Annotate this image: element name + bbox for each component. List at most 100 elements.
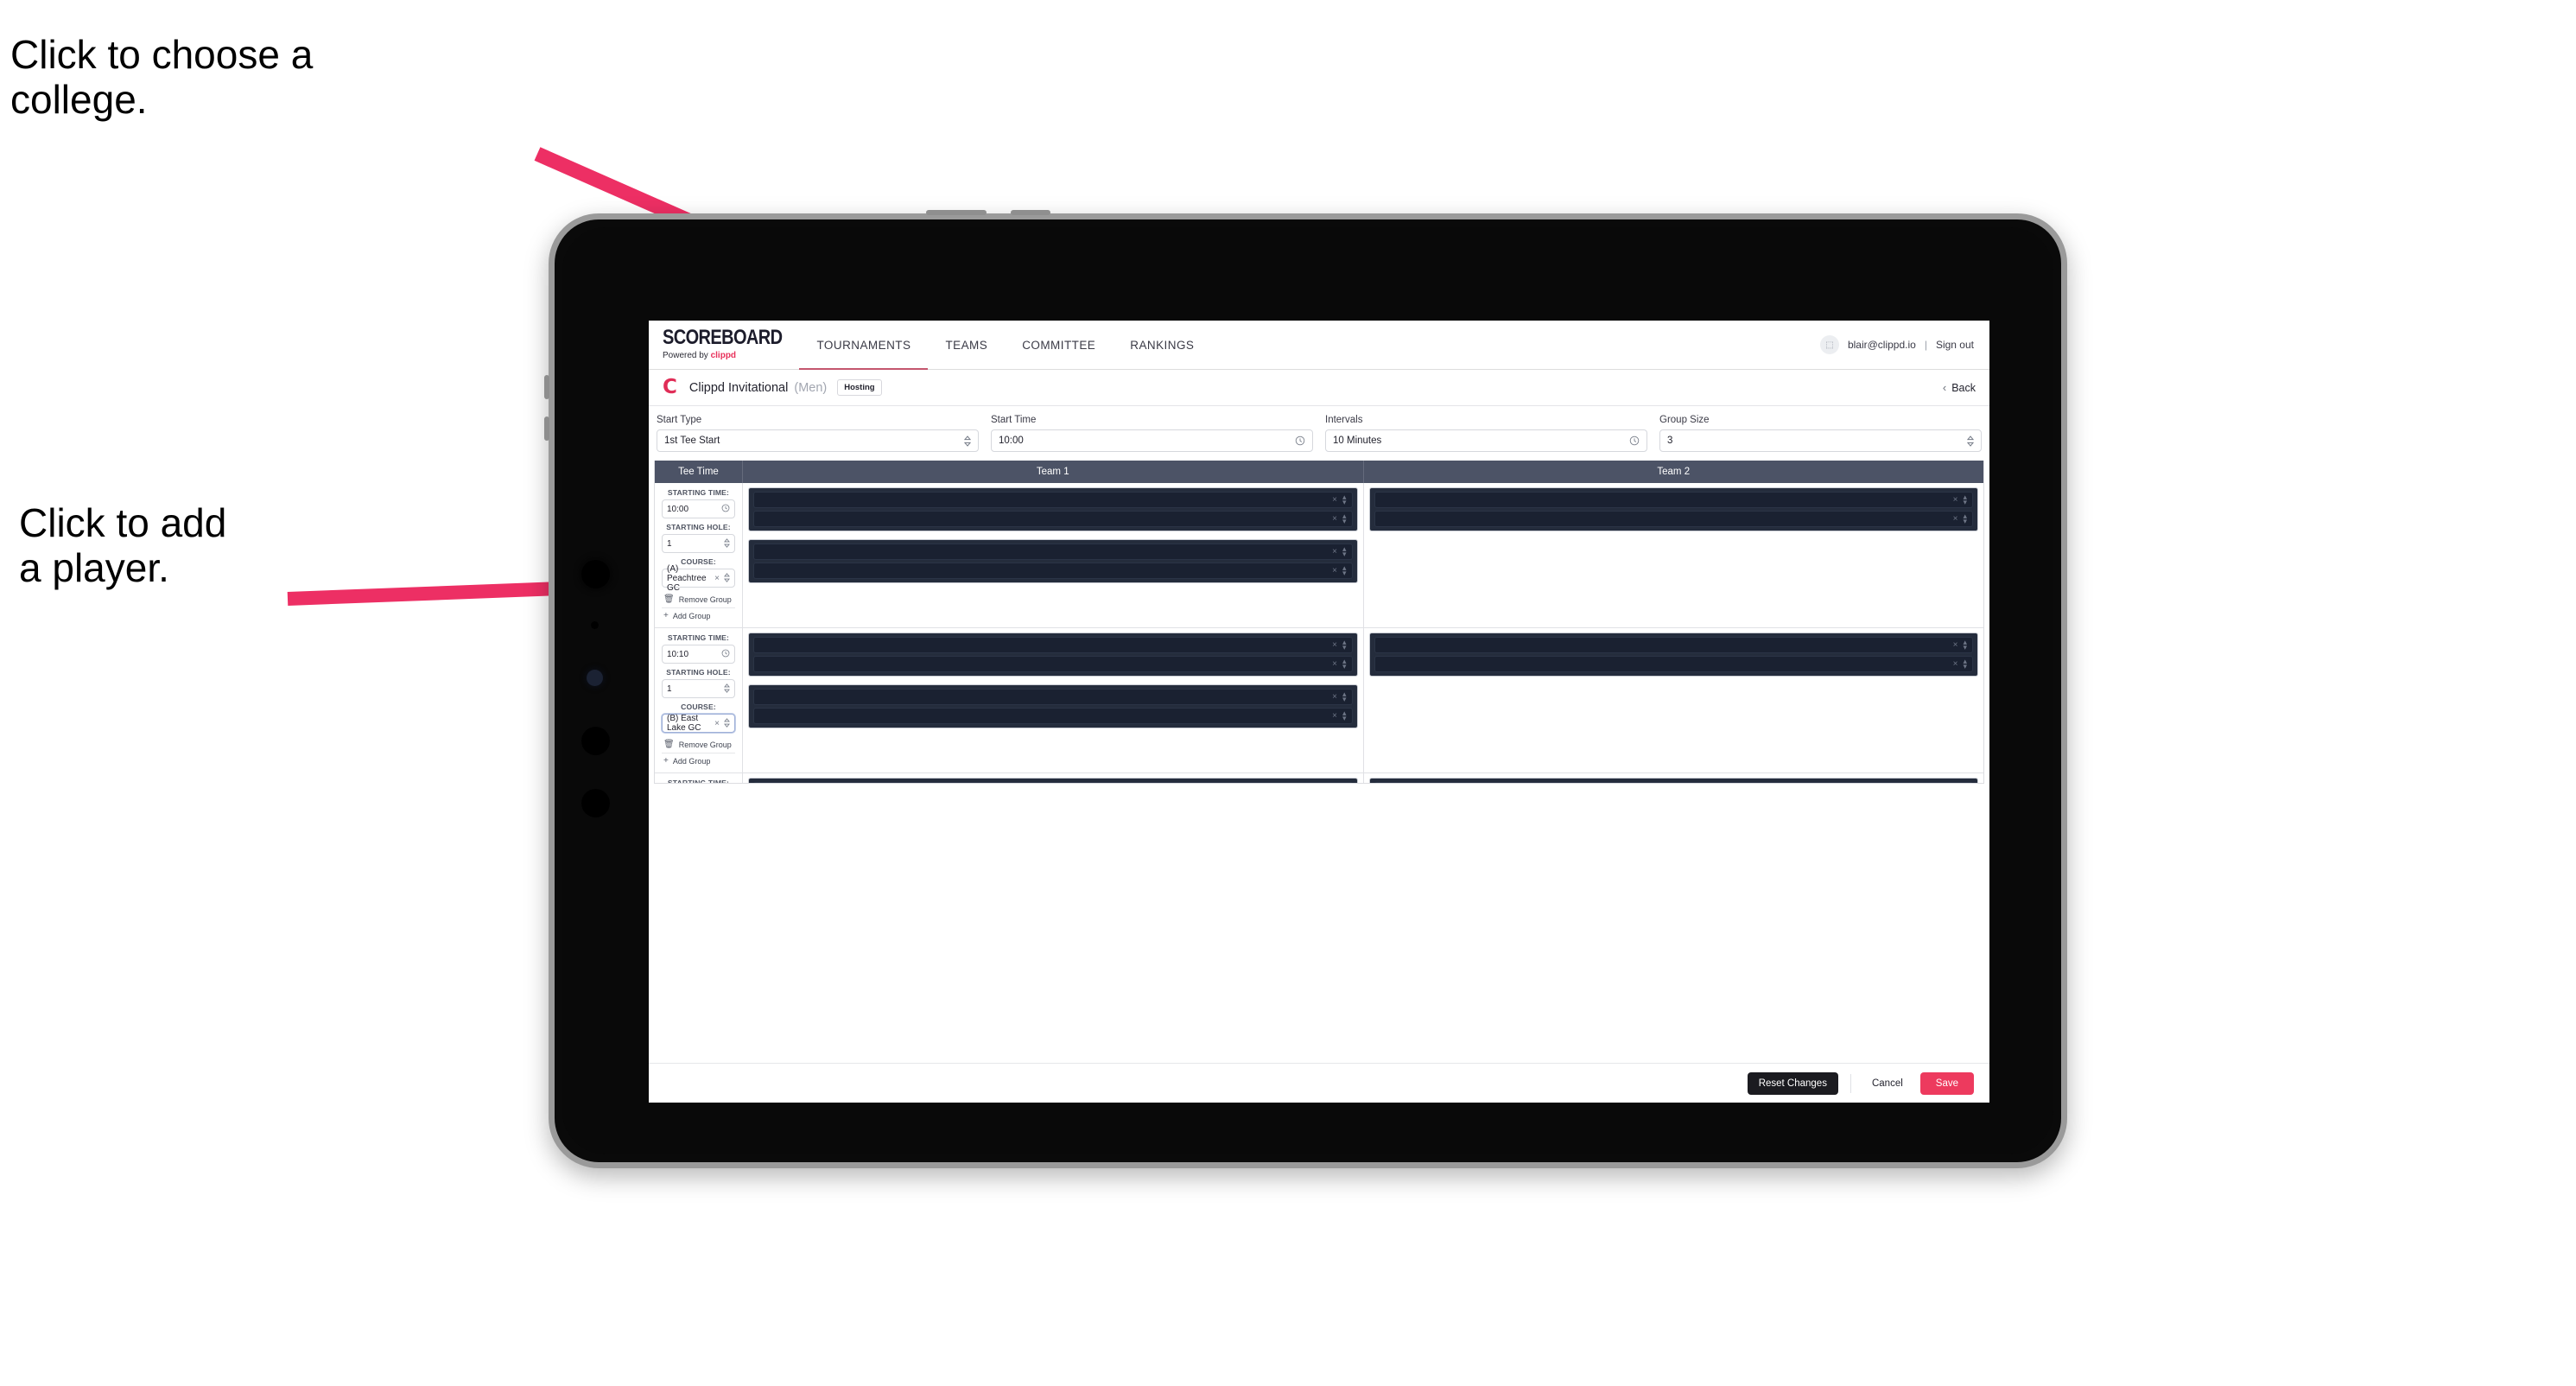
volume-up-button[interactable] — [544, 375, 549, 399]
stepper-icon[interactable] — [724, 537, 730, 550]
clock-icon[interactable] — [721, 504, 730, 514]
nav-separator: | — [1924, 339, 1927, 351]
clock-icon[interactable] — [721, 649, 730, 659]
add-group-button[interactable]: + Add Group — [662, 753, 735, 768]
scoreboard-logo[interactable]: SCOREBOARD Powered by clippd — [649, 321, 799, 369]
clear-icon[interactable]: × — [1332, 495, 1337, 505]
clear-icon[interactable]: × — [714, 719, 720, 728]
player-select-row[interactable]: × ▴▾ — [753, 708, 1353, 724]
nav-tab-committee[interactable]: COMMITTEE — [1005, 321, 1113, 369]
camera-lens-secondary-icon — [581, 727, 610, 755]
starting-time-input[interactable]: 10:00 — [662, 499, 735, 518]
starting-hole-label: STARTING HOLE: — [666, 523, 731, 531]
clear-icon[interactable]: × — [1332, 711, 1337, 721]
grid-header-row: Tee Time Team 1 Team 2 — [655, 461, 1983, 483]
starting-hole-input-value: 1 — [667, 538, 672, 549]
chevron-updown-icon[interactable]: ▴ ▾ — [1342, 639, 1347, 651]
sign-out-link[interactable]: Sign out — [1936, 339, 1974, 351]
chevron-updown-icon[interactable]: ▴ ▾ — [1342, 564, 1347, 576]
starting-hole-input[interactable]: 1 — [662, 534, 735, 553]
player-select-row[interactable]: ×▴▾ — [1374, 782, 1973, 783]
avatar[interactable]: ⬚ — [1819, 335, 1839, 354]
clock-icon[interactable] — [1629, 436, 1640, 446]
clock-icon[interactable] — [1295, 436, 1305, 446]
start-type-select[interactable]: 1st Tee Start — [657, 429, 979, 452]
brand-tagline-clippd: clippd — [710, 351, 737, 360]
camera-lens-icon — [581, 560, 610, 588]
volume-down-button[interactable] — [544, 416, 549, 441]
chevron-updown-icon[interactable]: ▴ ▾ — [1963, 512, 1967, 525]
chevron-updown-icon[interactable]: ▴ ▾ — [1342, 709, 1347, 722]
course-select[interactable]: (B) East Lake GC × — [662, 714, 735, 733]
group-size-stepper[interactable]: 3 — [1659, 429, 1982, 452]
stepper-icon[interactable] — [1967, 435, 1974, 447]
control-start-time: Start Time 10:00 — [988, 415, 1316, 452]
clear-icon[interactable]: × — [1953, 659, 1958, 669]
course-select-value: (A) Peachtree GC — [667, 563, 707, 593]
add-group-label: Add Group — [672, 756, 711, 766]
save-button[interactable]: Save — [1919, 1071, 1974, 1095]
team-2-cell: ×▴▾×▴▾ — [1363, 773, 1983, 783]
chevron-updown-icon[interactable]: ▴ ▾ — [1342, 690, 1347, 703]
chevron-updown-icon[interactable]: ▴ ▾ — [1342, 658, 1347, 670]
player-select-row[interactable]: × ▴▾ — [1374, 637, 1973, 653]
chevron-updown-icon[interactable]: ▴ ▾ — [1342, 512, 1347, 525]
stepper-icon[interactable] — [724, 572, 730, 584]
add-group-button[interactable]: + Add Group — [662, 608, 735, 623]
nav-tab-rankings[interactable]: RANKINGS — [1113, 321, 1211, 369]
intervals-input[interactable]: 10 Minutes — [1325, 429, 1647, 452]
clear-icon[interactable]: × — [1332, 566, 1337, 575]
clear-icon[interactable]: × — [1953, 514, 1958, 524]
back-link[interactable]: ‹ Back — [1943, 381, 1976, 394]
player-select-row[interactable]: × ▴▾ — [753, 511, 1353, 527]
chevron-updown-icon[interactable]: ▴ ▾ — [1963, 639, 1967, 651]
player-select-row[interactable]: × ▴▾ — [1374, 492, 1973, 508]
starting-time-label: STARTING TIME: — [667, 779, 730, 783]
stepper-icon[interactable] — [724, 717, 730, 729]
nav-tab-rankings-label: RANKINGS — [1130, 338, 1195, 352]
column-header-tee-time: Tee Time — [655, 461, 743, 483]
team-1-cell: × ▴ ▾ × ▴ ▾ × ▴ ▾ × ▴ ▾ — [743, 483, 1364, 627]
player-select-row[interactable]: × ▴▾ — [1374, 511, 1973, 527]
course-select[interactable]: (A) Peachtree GC × — [662, 564, 735, 593]
nav-tab-committee-label: COMMITTEE — [1022, 338, 1096, 352]
player-select-row[interactable]: × ▴▾ — [753, 689, 1353, 705]
remove-group-button[interactable]: 🗑 Remove Group — [662, 592, 735, 608]
tee-time-cell: STARTING TIME: 10:00 STARTING HOLE: 1 COURSE… — [655, 483, 743, 627]
stepper-icon[interactable] — [964, 435, 971, 447]
chevron-updown-icon[interactable]: ▴ ▾ — [1963, 493, 1967, 505]
clippd-c-logo-icon: C — [663, 376, 677, 398]
nav-tab-teams[interactable]: TEAMS — [928, 321, 1005, 369]
stepper-icon[interactable] — [724, 683, 730, 695]
clear-icon[interactable]: × — [1332, 692, 1337, 702]
start-time-input[interactable]: 10:00 — [991, 429, 1313, 452]
chevron-updown-icon[interactable]: ▴ ▾ — [1342, 545, 1347, 557]
tee-time-row: STARTING TIME: 10:10 STARTING HOLE: 1 COURSE… — [655, 628, 1983, 773]
tee-time-row: STARTING TIME: 10:00 STARTING HOLE: 1 COURSE… — [655, 483, 1983, 628]
camera-lens-tertiary-icon — [581, 789, 610, 817]
nav-tab-tournaments[interactable]: TOURNAMENTS — [799, 321, 929, 370]
cancel-button[interactable]: Cancel — [1863, 1072, 1912, 1095]
power-button[interactable] — [926, 210, 987, 215]
player-select-row[interactable]: × ▴▾ — [753, 563, 1353, 579]
starting-hole-input[interactable]: 1 — [662, 679, 735, 698]
clear-icon[interactable]: × — [1953, 640, 1958, 650]
chevron-updown-icon[interactable]: ▴ ▾ — [1342, 493, 1347, 505]
starting-time-input[interactable]: 10:10 — [662, 645, 735, 664]
player-select-row[interactable]: × ▴▾ — [753, 544, 1353, 560]
remove-group-button[interactable]: 🗑 Remove Group — [662, 737, 735, 753]
clear-icon[interactable]: × — [1332, 514, 1337, 524]
reset-changes-button[interactable]: Reset Changes — [1747, 1071, 1838, 1095]
player-select-row[interactable]: ×▴▾ — [753, 782, 1353, 783]
clear-icon[interactable]: × — [1953, 495, 1958, 505]
chevron-updown-icon[interactable]: ▴ ▾ — [1963, 658, 1967, 670]
clear-icon[interactable]: × — [1332, 547, 1337, 556]
player-select-row[interactable]: × ▴▾ — [753, 492, 1353, 508]
clear-icon[interactable]: × — [1332, 640, 1337, 650]
clear-icon[interactable]: × — [1332, 659, 1337, 669]
player-select-row[interactable]: × ▴▾ — [1374, 656, 1973, 672]
clear-icon[interactable]: × — [714, 574, 720, 583]
top-accessory-button[interactable] — [1011, 210, 1050, 215]
player-select-row[interactable]: × ▴▾ — [753, 656, 1353, 672]
player-select-row[interactable]: × ▴▾ — [753, 637, 1353, 653]
